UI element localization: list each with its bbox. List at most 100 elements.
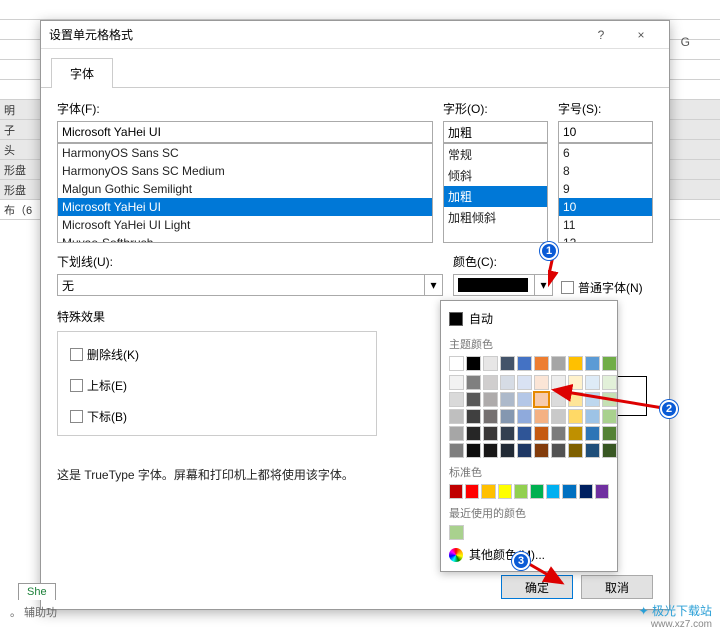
chevron-down-icon: ▾ [424, 275, 442, 295]
color-swatch[interactable] [500, 375, 515, 390]
underline-select[interactable]: 无 ▾ [57, 274, 443, 296]
color-wheel-icon [449, 548, 463, 562]
list-item[interactable]: 8 [559, 162, 652, 180]
color-swatch[interactable] [579, 484, 593, 499]
standard-colors-label: 标准色 [449, 464, 611, 480]
close-button[interactable]: × [621, 21, 661, 49]
color-swatch[interactable] [517, 392, 532, 407]
color-swatch[interactable] [514, 484, 528, 499]
color-swatch[interactable] [568, 426, 583, 441]
color-swatch[interactable] [449, 426, 464, 441]
list-item[interactable]: Microsoft YaHei UI Light [58, 216, 432, 234]
color-swatch[interactable] [534, 392, 549, 407]
font-listbox[interactable]: HarmonyOS Sans SCHarmonyOS Sans SC Mediu… [57, 143, 433, 243]
color-swatch[interactable] [483, 443, 498, 458]
list-item[interactable]: HarmonyOS Sans SC [58, 144, 432, 162]
color-swatch[interactable] [449, 409, 464, 424]
color-swatch[interactable] [449, 375, 464, 390]
color-swatch[interactable] [449, 443, 464, 458]
color-select[interactable]: ▾ [453, 274, 553, 296]
color-swatch[interactable] [585, 443, 600, 458]
color-swatch[interactable] [568, 443, 583, 458]
color-swatch[interactable] [530, 484, 544, 499]
color-swatch[interactable] [449, 356, 464, 371]
color-swatch[interactable] [517, 356, 532, 371]
color-swatch[interactable] [568, 356, 583, 371]
style-input[interactable] [443, 121, 548, 143]
color-swatch[interactable] [483, 356, 498, 371]
size-label: 字号(S): [558, 100, 653, 117]
status-bar: 。 辅助功 [0, 604, 57, 620]
dialog-title: 设置单元格格式 [49, 26, 133, 43]
color-swatch[interactable] [517, 426, 532, 441]
color-swatch[interactable] [602, 426, 617, 441]
list-item[interactable]: Muyao-Softbrush [58, 234, 432, 243]
color-swatch[interactable] [585, 356, 600, 371]
subscript-checkbox[interactable]: 下标(B) [70, 408, 364, 425]
color-swatch[interactable] [517, 375, 532, 390]
list-item[interactable]: Malgun Gothic Semilight [58, 180, 432, 198]
color-swatch[interactable] [449, 525, 464, 540]
sheet-tab[interactable]: She [18, 583, 56, 600]
list-item[interactable]: 6 [559, 144, 652, 162]
list-item[interactable]: 倾斜 [444, 165, 547, 186]
list-item[interactable]: HarmonyOS Sans SC Medium [58, 162, 432, 180]
color-swatch[interactable] [466, 443, 481, 458]
color-swatch[interactable] [534, 356, 549, 371]
color-swatch[interactable] [449, 392, 464, 407]
list-item[interactable]: 12 [559, 234, 652, 243]
color-swatch[interactable] [562, 484, 576, 499]
help-button[interactable]: ? [581, 21, 621, 49]
annotation-marker-2: 2 [660, 400, 678, 418]
underline-value: 无 [62, 277, 74, 294]
list-item[interactable]: 常规 [444, 144, 547, 165]
color-swatch[interactable] [517, 409, 532, 424]
strikethrough-checkbox[interactable]: 删除线(K) [70, 346, 364, 363]
color-swatch[interactable] [551, 443, 566, 458]
color-swatch[interactable] [534, 375, 549, 390]
color-swatch[interactable] [449, 484, 463, 499]
color-swatch[interactable] [483, 392, 498, 407]
color-swatch[interactable] [500, 356, 515, 371]
underline-label: 下划线(U): [57, 253, 443, 270]
color-swatch[interactable] [551, 426, 566, 441]
color-swatch[interactable] [500, 392, 515, 407]
color-swatch[interactable] [500, 443, 515, 458]
color-swatch[interactable] [466, 426, 481, 441]
list-item[interactable]: 11 [559, 216, 652, 234]
color-swatch[interactable] [483, 409, 498, 424]
color-swatch[interactable] [602, 356, 617, 371]
color-swatch[interactable] [465, 484, 479, 499]
superscript-checkbox[interactable]: 上标(E) [70, 377, 364, 394]
color-swatch[interactable] [498, 484, 512, 499]
list-item[interactable]: 加粗 [444, 186, 547, 207]
color-swatch[interactable] [534, 443, 549, 458]
list-item[interactable]: 加粗倾斜 [444, 207, 547, 228]
list-item[interactable]: 10 [559, 198, 652, 216]
style-listbox[interactable]: 常规倾斜加粗加粗倾斜 [443, 143, 548, 243]
color-swatch[interactable] [483, 426, 498, 441]
color-swatch[interactable] [466, 375, 481, 390]
color-swatch[interactable] [534, 426, 549, 441]
color-swatch[interactable] [585, 426, 600, 441]
color-swatch[interactable] [534, 409, 549, 424]
size-listbox[interactable]: 689101112 [558, 143, 653, 243]
color-swatch[interactable] [483, 375, 498, 390]
color-swatch[interactable] [546, 484, 560, 499]
color-swatch[interactable] [466, 356, 481, 371]
font-input[interactable] [57, 121, 433, 143]
color-swatch[interactable] [602, 443, 617, 458]
color-swatch[interactable] [466, 392, 481, 407]
color-swatch[interactable] [500, 409, 515, 424]
color-swatch[interactable] [466, 409, 481, 424]
size-input[interactable] [558, 121, 653, 143]
color-swatch[interactable] [500, 426, 515, 441]
list-item[interactable]: 9 [559, 180, 652, 198]
color-swatch[interactable] [551, 356, 566, 371]
color-auto[interactable]: 自动 [447, 307, 611, 330]
list-item[interactable]: Microsoft YaHei UI [58, 198, 432, 216]
tab-font[interactable]: 字体 [51, 58, 113, 88]
color-swatch[interactable] [481, 484, 495, 499]
color-swatch[interactable] [595, 484, 609, 499]
color-swatch[interactable] [517, 443, 532, 458]
